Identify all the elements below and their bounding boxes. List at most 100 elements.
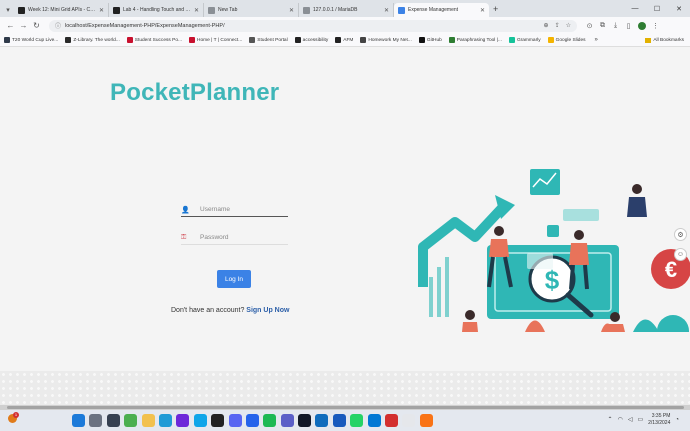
- word-icon[interactable]: [332, 414, 346, 427]
- app-icon[interactable]: [298, 414, 312, 427]
- side-widget-assistant-icon[interactable]: ☺: [674, 248, 687, 261]
- app-icon[interactable]: [245, 414, 259, 427]
- signup-link[interactable]: Sign Up Now: [246, 307, 289, 314]
- toolbar-icons: ⊙ ⧉ ⤓ ▯ ⋮: [583, 21, 662, 30]
- bookmark-star-icon[interactable]: ☆: [566, 22, 571, 29]
- close-tab-icon[interactable]: ✕: [194, 7, 199, 14]
- forward-icon[interactable]: →: [17, 21, 30, 30]
- browser-tab[interactable]: Expense Management ✕: [394, 3, 489, 17]
- close-tab-icon[interactable]: ✕: [480, 7, 485, 14]
- github-icon[interactable]: [211, 414, 225, 427]
- bookmark-item[interactable]: accessibility: [294, 37, 328, 43]
- bookmark-item[interactable]: AFM: [335, 37, 353, 43]
- bookmark-item[interactable]: Grammarly: [508, 37, 541, 43]
- coin-shape: [657, 315, 689, 332]
- browser-tab[interactable]: Lab 4 - Handling Touch and Acce...✕: [109, 3, 204, 17]
- close-window-icon[interactable]: ✕: [668, 0, 690, 17]
- bookmark-item[interactable]: Paraphrasing Tool |...: [448, 37, 502, 43]
- xampp-icon[interactable]: [419, 414, 433, 427]
- discord-icon[interactable]: [228, 414, 242, 427]
- tab-search-icon[interactable]: ▾: [2, 3, 14, 17]
- bookmarks-bar: T20 World Cup Live... Z-Library. The worl…: [0, 34, 690, 47]
- browser-tab[interactable]: New Tab ✕: [204, 3, 299, 17]
- battery-icon[interactable]: ▭: [637, 416, 643, 423]
- window-controls: — ☐ ✕: [624, 0, 690, 17]
- task-view-icon[interactable]: [106, 414, 120, 427]
- notifications-icon[interactable]: ◔: [675, 417, 679, 423]
- person-body-shape: [462, 322, 478, 332]
- bookmark-label: Homework My Net...: [368, 37, 412, 43]
- password-input[interactable]: [200, 234, 285, 241]
- bookmark-label: Z-Library. The world...: [73, 37, 120, 43]
- plant-shape: [525, 320, 545, 332]
- site-info-icon[interactable]: ⓘ: [55, 21, 61, 30]
- bookmark-item[interactable]: Student Success Po...: [126, 37, 182, 43]
- tab-list: Week 12: Mini Grid APIs - CS511 Fa...✕La…: [14, 3, 489, 17]
- scrollbar-thumb[interactable]: [7, 406, 684, 409]
- bookmark-item[interactable]: Homework My Net...: [360, 37, 412, 43]
- browser-tab[interactable]: Week 12: Mini Grid APIs - CS511 Fa...✕: [14, 3, 109, 17]
- user-icon: 👤: [181, 206, 190, 214]
- brand-title: PocketPlanner: [110, 79, 280, 106]
- login-button[interactable]: Log In: [217, 270, 251, 288]
- app-icon[interactable]: [176, 414, 190, 427]
- windows-start-icon[interactable]: [72, 414, 85, 427]
- teams-icon[interactable]: [280, 414, 294, 427]
- download-icon[interactable]: ⤓: [609, 22, 622, 30]
- bookmark-label: Grammarly: [516, 37, 541, 43]
- folder-icon[interactable]: [141, 414, 155, 427]
- tab-title: 127.0.0.1 / MariaDB: [313, 7, 358, 13]
- volume-icon[interactable]: ◁: [628, 416, 633, 423]
- tab-strip: ▾ Week 12: Mini Grid APIs - CS511 Fa...✕…: [0, 0, 690, 17]
- all-bookmarks-button[interactable]: All Bookmarks: [645, 37, 684, 43]
- address-bar[interactable]: ⓘ localhost/ExpenseManagement-PHP/Expens…: [49, 19, 577, 32]
- bookmarks-overflow-icon[interactable]: »: [595, 37, 598, 43]
- close-tab-icon[interactable]: ✕: [99, 7, 104, 14]
- clock[interactable]: 3:35 PM 2/13/2024: [648, 413, 670, 426]
- address-row: ← → ↻ ⓘ localhost/ExpenseManagement-PHP/…: [0, 17, 690, 34]
- profile-avatar[interactable]: [638, 21, 646, 30]
- chrome-icon[interactable]: [124, 414, 138, 427]
- whatsapp-icon[interactable]: [350, 414, 364, 427]
- bookmark-favicon-icon: [249, 37, 256, 43]
- minimize-icon[interactable]: —: [624, 0, 646, 17]
- bookmark-favicon-icon: [508, 37, 515, 43]
- edge-icon[interactable]: [158, 414, 172, 427]
- share-icon[interactable]: ⇪: [555, 22, 560, 29]
- reload-icon[interactable]: ↻: [30, 21, 43, 30]
- bookmark-item[interactable]: Home | T | Connect...: [189, 37, 242, 43]
- maximize-icon[interactable]: ☐: [646, 0, 668, 17]
- acrobat-icon[interactable]: [385, 414, 399, 427]
- wifi-icon[interactable]: ◠: [618, 416, 623, 423]
- bookmark-item[interactable]: Google Slides: [547, 37, 586, 43]
- login-page: PocketPlanner 👤 ⚿ Log In Don't have an a…: [0, 47, 690, 410]
- taskbar-apps: [72, 414, 437, 427]
- app-icon[interactable]: [402, 414, 416, 427]
- back-icon[interactable]: ←: [4, 21, 17, 30]
- bookmark-item[interactable]: GitHub: [418, 37, 442, 43]
- zoom-icon[interactable]: ⊕: [544, 22, 549, 29]
- bookmark-item[interactable]: Z-Library. The world...: [65, 37, 120, 43]
- outlook-icon[interactable]: [315, 414, 329, 427]
- bookmark-item[interactable]: T20 World Cup Live...: [4, 37, 58, 43]
- vscode-icon[interactable]: [367, 414, 381, 427]
- close-tab-icon[interactable]: ✕: [384, 7, 389, 14]
- chrome-extension-icon[interactable]: ⊙: [583, 22, 596, 30]
- bookmark-favicon-icon: [126, 37, 133, 43]
- bookmark-favicon-icon: [335, 37, 342, 43]
- close-tab-icon[interactable]: ✕: [289, 7, 294, 14]
- bookmark-item[interactable]: Student Portal: [249, 37, 288, 43]
- search-icon[interactable]: [89, 414, 103, 427]
- chevron-up-icon[interactable]: ⌃: [608, 416, 613, 423]
- side-widget-gear-icon[interactable]: ⚙: [674, 228, 687, 241]
- username-input[interactable]: [200, 206, 285, 213]
- spotify-icon[interactable]: [263, 414, 277, 427]
- browser-tab[interactable]: 127.0.0.1 / MariaDB ✕: [299, 3, 394, 17]
- store-icon[interactable]: [193, 414, 207, 427]
- euro-icon: €: [665, 257, 677, 282]
- menu-icon[interactable]: ⋮: [649, 22, 662, 30]
- dollar-icon: $: [545, 265, 560, 295]
- extensions-icon[interactable]: ⧉: [596, 22, 609, 30]
- new-tab-button[interactable]: +: [493, 3, 498, 17]
- side-panel-icon[interactable]: ▯: [622, 22, 635, 30]
